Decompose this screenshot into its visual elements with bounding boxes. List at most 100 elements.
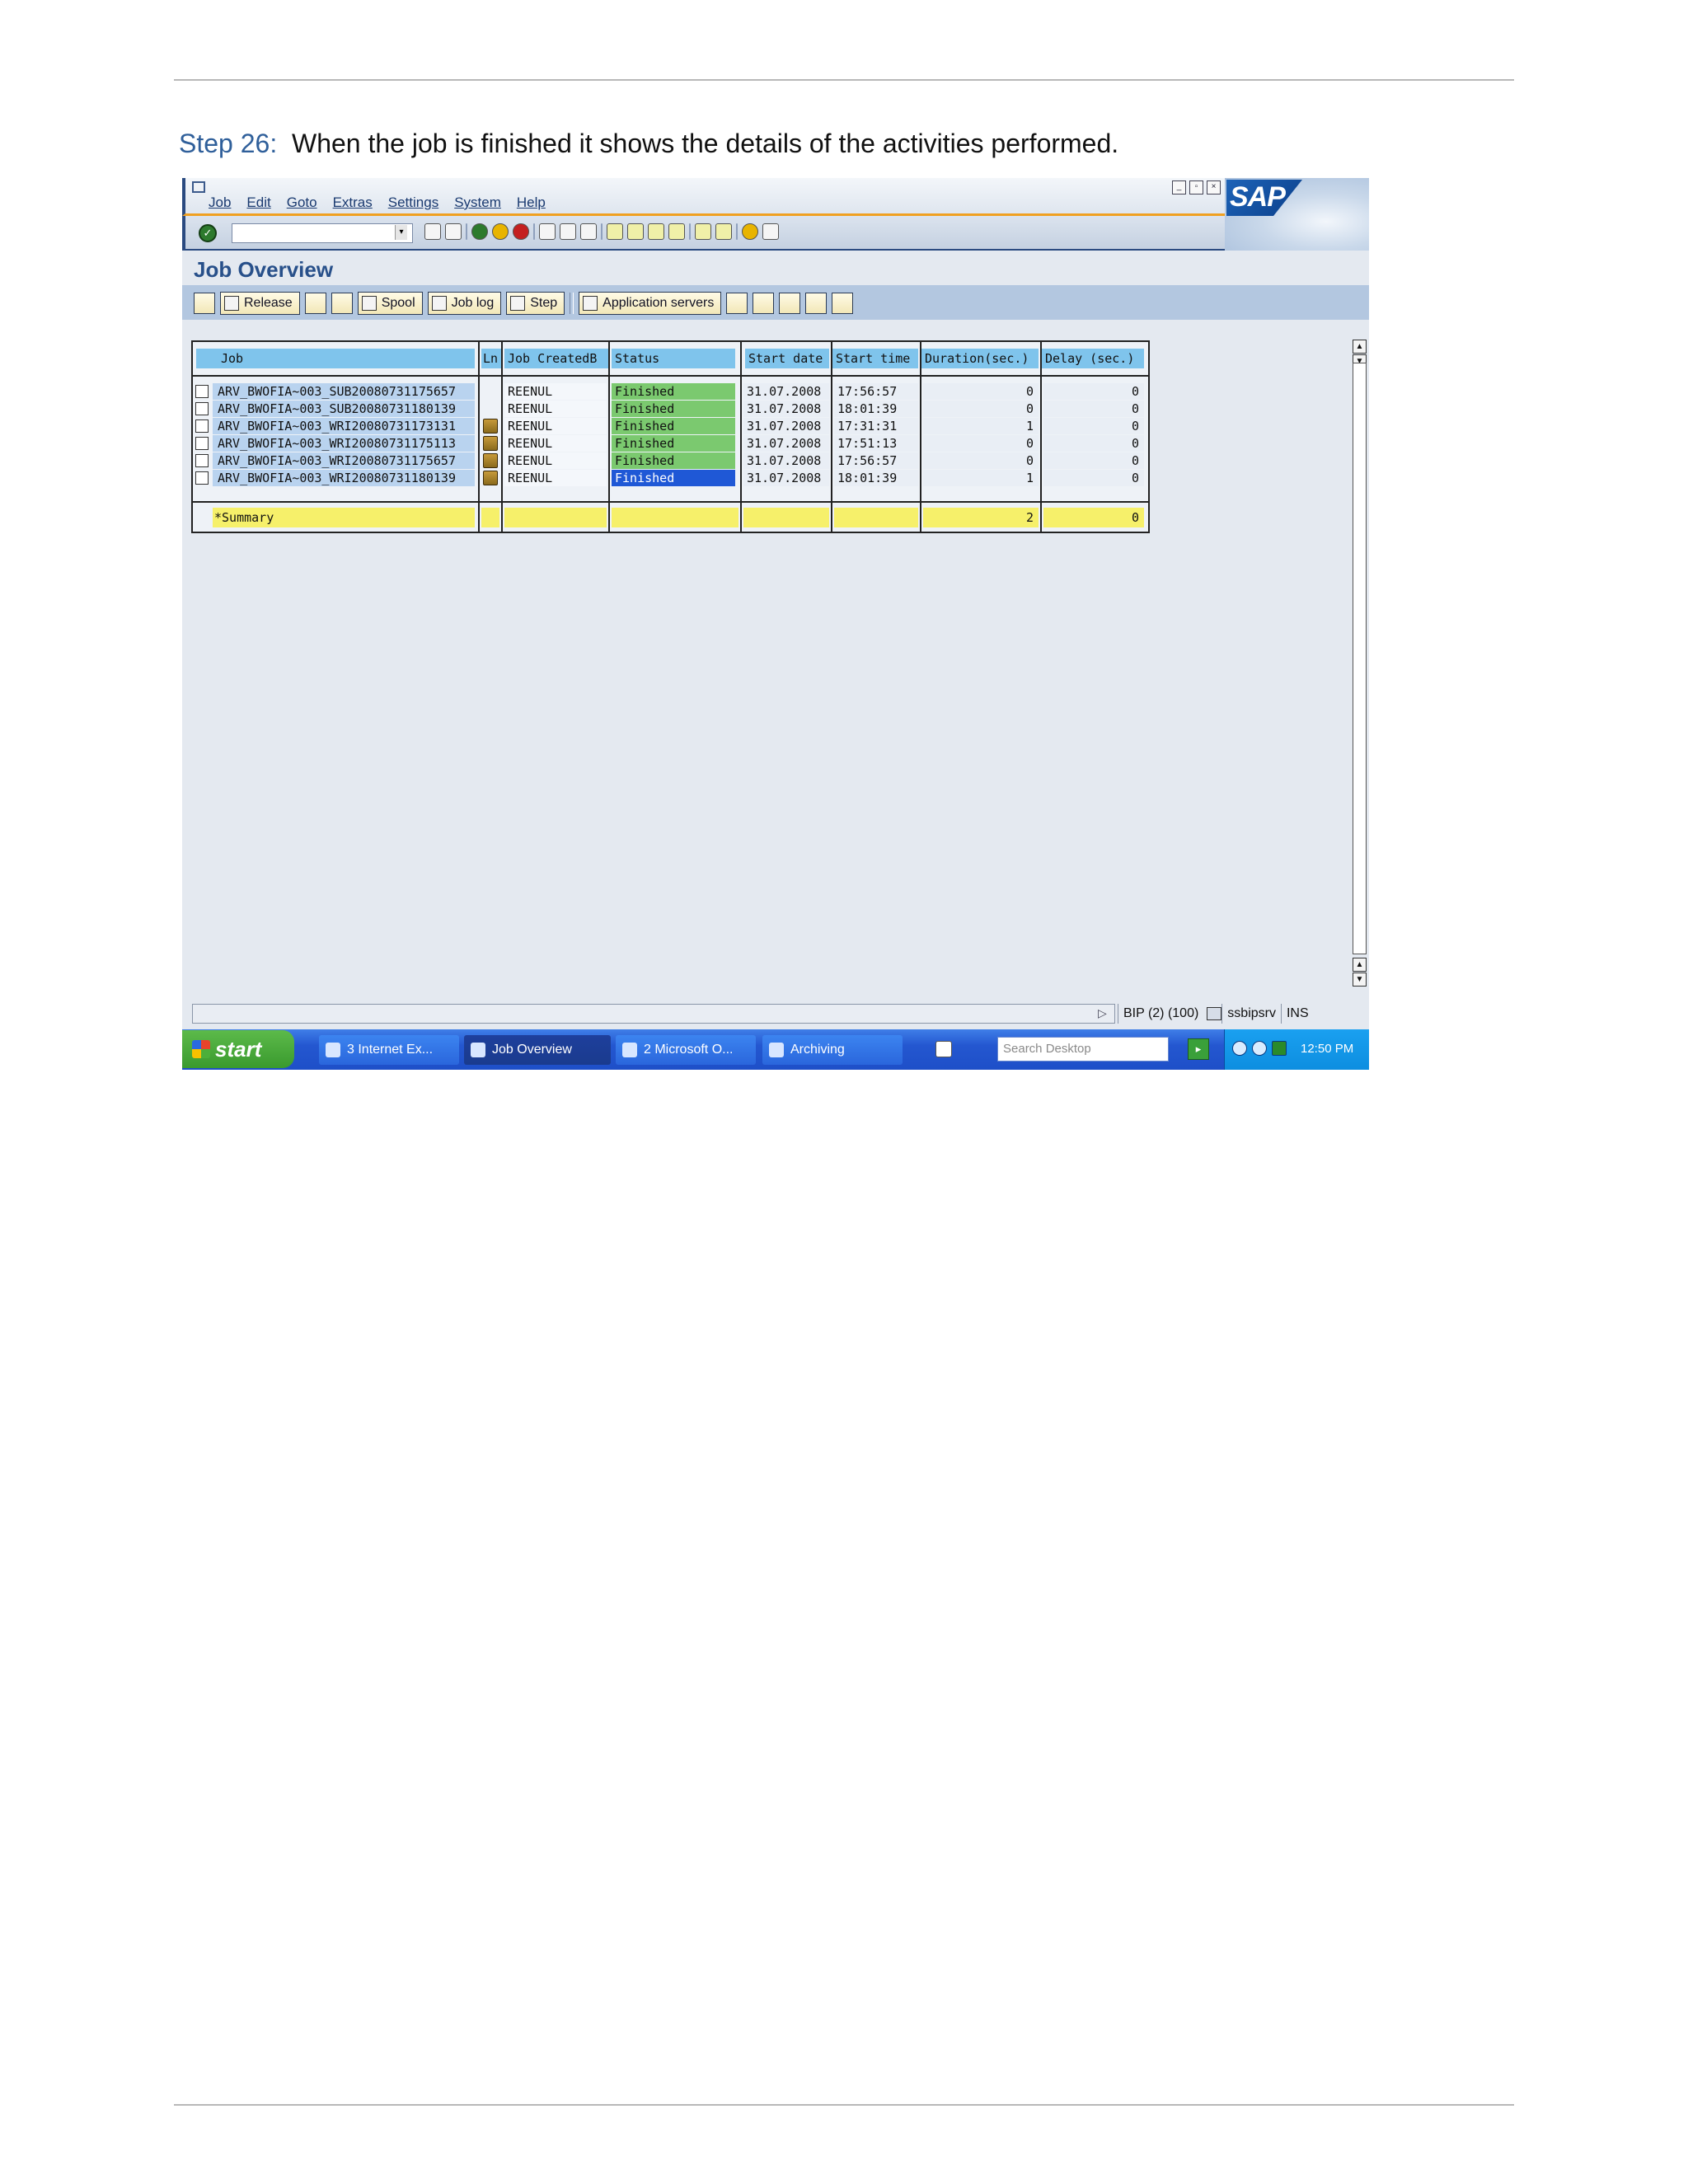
window-menu-icon[interactable] [192,181,205,193]
taskbar-item-archiving[interactable]: Archiving [762,1035,903,1065]
row-select-checkbox[interactable] [195,402,209,415]
table-row[interactable]: ARV_BWOFIA~003_WRI20080731175657 REENUL Fi… [193,452,1148,469]
column-header-status[interactable]: Status [612,349,735,368]
table-row[interactable]: ARV_BWOFIA~003_WRI20080731173131 REENUL Fi… [193,418,1148,434]
grid-layout-icon[interactable] [753,293,775,314]
layout-menu-icon[interactable] [762,223,779,240]
menu-edit[interactable]: Edit [246,194,270,211]
save-icon[interactable] [445,223,462,240]
column-header-delay[interactable]: Delay (sec.) [1042,349,1144,368]
enter-icon[interactable]: ✓ [199,224,217,242]
scroll-bottom-icon[interactable]: ▼ [1353,972,1367,987]
minimize-icon[interactable]: _ [1172,180,1186,194]
cell-status[interactable]: Finished [612,435,735,452]
row-select-checkbox[interactable] [195,471,209,485]
column-header-duration[interactable]: Duration(sec.) [921,349,1039,368]
first-page-icon[interactable] [607,223,623,240]
cell-status[interactable]: Finished [612,418,735,434]
network-tray-icon[interactable] [1272,1041,1287,1056]
print-list-icon[interactable] [805,293,828,314]
job-log-button[interactable]: Job log [427,292,502,315]
cell-job[interactable]: ARV_BWOFIA~003_WRI20080731180139 [213,470,475,486]
scroll-track[interactable] [1353,363,1367,954]
restore-icon[interactable]: ▫ [1189,180,1203,194]
create-session-icon[interactable] [695,223,711,240]
row-select-checkbox[interactable] [195,385,209,398]
cell-status[interactable]: Finished [612,452,735,469]
column-header-start-time[interactable]: Start time [832,349,918,368]
command-dropdown-icon[interactable]: ▾ [395,225,407,240]
cell-start-date: 31.07.2008 [743,401,829,417]
spool-list-icon[interactable] [483,419,498,434]
system-info-icon[interactable] [1207,1007,1222,1020]
table-row[interactable]: ARV_BWOFIA~003_WRI20080731180139 REENUL Fi… [193,470,1148,486]
cell-job[interactable]: ARV_BWOFIA~003_WRI20080731173131 [213,418,475,434]
scroll-top-icon[interactable]: ▲ [1353,340,1367,354]
search-tray-icon[interactable] [1252,1041,1267,1056]
refresh-icon[interactable] [194,293,215,314]
menu-settings[interactable]: Settings [388,194,438,211]
help-icon[interactable] [742,223,758,240]
select-all-icon[interactable] [726,293,748,314]
table-row[interactable]: ARV_BWOFIA~003_WRI20080731175113 REENUL Fi… [193,435,1148,452]
menu-help[interactable]: Help [517,194,546,211]
find-next-icon[interactable] [580,223,597,240]
column-header-start-date[interactable]: Start date [745,349,829,368]
spool-list-icon[interactable] [483,436,498,451]
cancel-icon[interactable] [513,223,529,240]
column-header-created-by[interactable]: Job CreatedB [504,349,608,368]
stop-icon[interactable] [304,293,326,314]
exit-icon[interactable] [492,223,509,240]
application-servers-button[interactable]: Application servers [579,292,722,315]
back-tray-icon[interactable] [1232,1041,1247,1056]
menu-job[interactable]: Job [209,194,231,211]
start-button[interactable]: start [182,1030,294,1068]
spool-list-icon[interactable] [483,471,498,485]
taskbar-item-job-overview[interactable]: Job Overview [464,1035,611,1065]
menu-extras[interactable]: Extras [333,194,373,211]
vertical-scrollbar[interactable]: ▲ ▼ ▲ ▼ [1351,326,1369,992]
close-icon[interactable]: × [1207,180,1221,194]
release-button[interactable]: Release [220,292,300,315]
delete-icon[interactable] [331,293,353,314]
sap-logo-text: SAP [1230,181,1286,213]
quick-launch-help-icon[interactable] [935,1041,952,1057]
menu-system[interactable]: System [454,194,501,211]
next-page-icon[interactable] [648,223,664,240]
back-icon[interactable] [471,223,488,240]
find-icon[interactable] [560,223,576,240]
search-go-icon[interactable]: ▸ [1188,1038,1209,1060]
row-select-checkbox[interactable] [195,419,209,433]
previous-page-icon[interactable] [627,223,644,240]
spool-list-icon[interactable] [483,453,498,468]
column-header-ln[interactable]: Ln [481,349,501,368]
release-icon [224,296,239,311]
scroll-down-icon[interactable]: ▲ [1353,958,1367,972]
cell-job[interactable]: ARV_BWOFIA~003_SUB20080731180139 [213,401,475,417]
cell-status[interactable]: Finished [612,401,735,417]
back-arrow-icon[interactable] [424,223,441,240]
command-field[interactable] [232,223,413,243]
print-icon[interactable] [539,223,556,240]
column-header-job[interactable]: Job [196,349,475,368]
cell-status[interactable]: Finished [612,470,735,486]
last-page-icon[interactable] [668,223,685,240]
taskbar-item-internet-explorer[interactable]: 3 Internet Ex... [319,1035,459,1065]
cell-status[interactable]: Finished [612,383,735,400]
cell-job[interactable]: ARV_BWOFIA~003_WRI20080731175657 [213,452,475,469]
row-select-checkbox[interactable] [195,437,209,450]
status-expand-icon[interactable]: ▷ [1098,1006,1107,1020]
step-button[interactable]: Step [506,292,565,315]
sum-icon[interactable] [832,293,854,314]
row-select-checkbox[interactable] [195,454,209,467]
table-row[interactable]: ARV_BWOFIA~003_SUB20080731175657 REENUL Fi… [193,383,1148,400]
taskbar-item-microsoft-office[interactable]: 2 Microsoft O... [616,1035,756,1065]
table-row[interactable]: ARV_BWOFIA~003_SUB20080731180139 REENUL Fi… [193,401,1148,417]
cell-job[interactable]: ARV_BWOFIA~003_SUB20080731175657 [213,383,475,400]
create-shortcut-icon[interactable] [715,223,732,240]
filter-icon[interactable] [779,293,801,314]
menu-goto[interactable]: Goto [287,194,317,211]
cell-job[interactable]: ARV_BWOFIA~003_WRI20080731175113 [213,435,475,452]
spool-button[interactable]: Spool [357,292,423,315]
search-desktop-input[interactable]: Search Desktop [997,1037,1169,1062]
